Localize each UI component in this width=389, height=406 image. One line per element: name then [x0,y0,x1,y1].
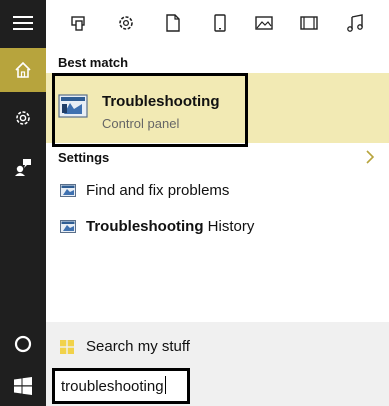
list-item-label: Find and fix problems [86,182,230,199]
documents-icon[interactable] [160,10,186,36]
cortana-circle-icon[interactable] [0,322,46,366]
search-footer: Search my stuff troubleshooting [46,322,389,406]
chevron-right-icon[interactable] [365,150,375,164]
list-item-troubleshooting-history[interactable]: Troubleshooting History [46,210,389,244]
search-results: Best match Troubleshooting Control panel… [46,46,389,320]
control-panel-icon [60,184,76,198]
search-input[interactable]: troubleshooting [52,368,190,404]
windows-start-icon[interactable] [0,366,46,406]
start-rail [0,0,46,406]
search-my-stuff-button[interactable]: Search my stuff [46,330,389,364]
apps-icon[interactable] [66,10,92,36]
feedback-icon[interactable] [0,145,46,189]
settings-gear-icon[interactable] [0,96,46,140]
filter-bar [46,0,389,46]
best-match-heading: Best match [58,55,129,70]
tablet-icon[interactable] [207,10,233,36]
music-icon[interactable] [342,10,368,36]
settings-icon[interactable] [113,10,139,36]
settings-heading: Settings [58,150,110,165]
start-search-panel: Best match Troubleshooting Control panel… [0,0,389,406]
list-item-label: Troubleshooting History [86,218,255,235]
troubleshooting-app-icon [58,94,88,120]
search-query-text: troubleshooting [61,376,166,395]
videos-icon[interactable] [296,10,322,36]
menu-icon[interactable] [0,0,46,46]
photos-icon[interactable] [251,10,277,36]
list-item-find-and-fix[interactable]: Find and fix problems [46,174,389,208]
text-caret [164,376,166,394]
best-match-title: Troubleshooting [102,93,220,110]
windows-logo-icon [60,340,74,354]
home-icon[interactable] [0,48,46,92]
control-panel-icon [60,220,76,234]
best-match-subtitle: Control panel [102,116,180,131]
search-my-stuff-label: Search my stuff [86,338,190,355]
